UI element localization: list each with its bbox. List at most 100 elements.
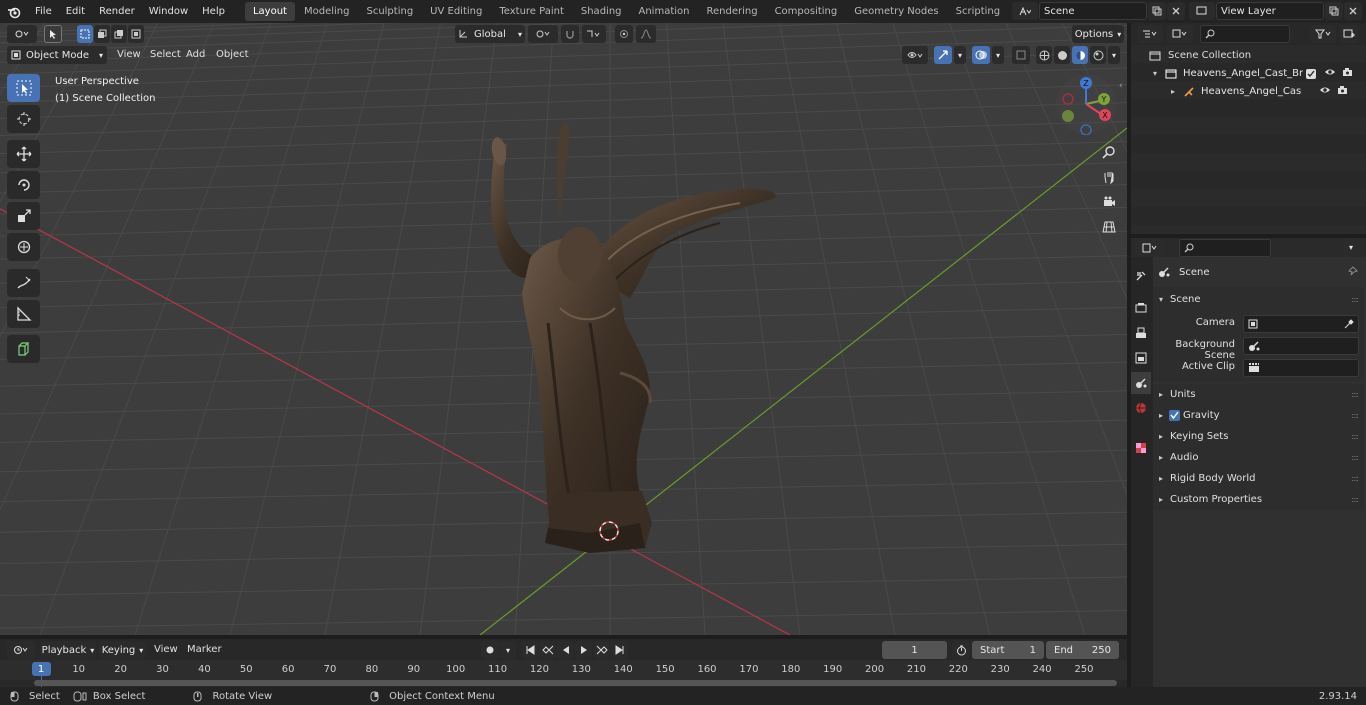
- outliner-row-scene-collection[interactable]: Scene Collection: [1149, 47, 1251, 64]
- chevron-down-icon[interactable]: ▾: [1108, 46, 1120, 64]
- tab-texture-paint[interactable]: Texture Paint: [491, 2, 572, 21]
- viewport-menu-view[interactable]: View: [117, 49, 141, 60]
- scene-name-field[interactable]: Scene: [1039, 2, 1147, 20]
- keying-menu[interactable]: Keying ▾: [99, 641, 146, 659]
- active-clip-field[interactable]: [1243, 359, 1359, 377]
- chevron-down-icon[interactable]: ▾: [1342, 238, 1360, 257]
- pivot-point-icon[interactable]: [528, 25, 558, 43]
- view-layer-field[interactable]: View Layer: [1216, 2, 1324, 20]
- viewport-menu-object[interactable]: Object: [216, 49, 249, 60]
- solid-shading-icon[interactable]: [1054, 46, 1070, 64]
- eyedropper-icon[interactable]: [1344, 319, 1354, 329]
- outliner-editor-type-icon[interactable]: [1137, 25, 1163, 43]
- eye-visibility-icon[interactable]: [1324, 67, 1336, 80]
- 3d-viewport[interactable]: Global ▾ Options ▾ Object Mode ▾ View Se…: [0, 23, 1127, 635]
- editor-type-icon[interactable]: [7, 25, 37, 43]
- tab-shading[interactable]: Shading: [573, 2, 630, 21]
- tab-layout[interactable]: Layout: [244, 2, 295, 21]
- tab-sculpting[interactable]: Sculpting: [358, 2, 421, 21]
- rigid-body-world-panel-header[interactable]: ▸ Rigid Body World ::::: [1153, 468, 1364, 488]
- delete-scene-icon[interactable]: [1167, 2, 1185, 20]
- scene-browse-icon[interactable]: [1012, 2, 1038, 20]
- jump-end-icon[interactable]: [611, 641, 628, 659]
- visibility-selectability-icon[interactable]: [902, 46, 928, 64]
- start-frame-field[interactable]: Start 1: [972, 641, 1044, 659]
- units-panel-header[interactable]: ▸ Units ::::: [1153, 384, 1364, 404]
- navigation-gizmo[interactable]: Z Y X: [1055, 73, 1117, 135]
- timeline-editor-type-icon[interactable]: [7, 641, 35, 659]
- camera-field[interactable]: [1243, 315, 1359, 333]
- jump-keyframe-back-icon[interactable]: [539, 641, 556, 659]
- jump-keyframe-forward-icon[interactable]: [593, 641, 610, 659]
- preview-range-icon[interactable]: [952, 641, 970, 659]
- snap-toggle-icon[interactable]: [561, 25, 579, 43]
- render-tab-icon[interactable]: [1131, 297, 1151, 319]
- cursor-tool-icon[interactable]: [7, 105, 40, 133]
- drag-handle-icon[interactable]: ::::: [1351, 295, 1359, 304]
- viewport-menu-add[interactable]: Add: [186, 49, 205, 60]
- gravity-panel-header[interactable]: ▸ Gravity ::::: [1153, 405, 1364, 425]
- gravity-checkbox[interactable]: [1169, 409, 1181, 421]
- view-layer-tab-icon[interactable]: [1131, 347, 1151, 369]
- timeline-marker-menu[interactable]: Marker: [187, 644, 222, 655]
- texture-tab-icon[interactable]: [1131, 437, 1151, 459]
- playback-menu[interactable]: Playback ▾: [40, 641, 96, 659]
- annotate-tool-icon[interactable]: [7, 269, 40, 297]
- drag-handle-icon[interactable]: ::::: [1351, 474, 1359, 483]
- snap-target-icon[interactable]: [582, 25, 606, 43]
- grid-perspective-icon[interactable]: [1099, 217, 1119, 237]
- display-mode-icon[interactable]: [1167, 25, 1193, 43]
- timeline-view-menu[interactable]: View: [154, 644, 178, 655]
- transform-orientation-dropdown[interactable]: Global ▾: [455, 25, 525, 43]
- add-cube-tool-icon[interactable]: [7, 335, 40, 363]
- menu-file[interactable]: File: [28, 6, 59, 17]
- jump-start-icon[interactable]: [521, 641, 538, 659]
- output-tab-icon[interactable]: [1131, 322, 1151, 344]
- audio-panel-header[interactable]: ▸ Audio ::::: [1153, 447, 1364, 467]
- auto-keying-icon[interactable]: [481, 641, 499, 659]
- scene-tab-icon[interactable]: [1131, 372, 1151, 394]
- duplicate-scene-icon[interactable]: [1148, 2, 1166, 20]
- chevron-left-icon[interactable]: ‹: [1119, 81, 1123, 91]
- drag-handle-icon[interactable]: ::::: [1351, 411, 1359, 420]
- camera-render-icon[interactable]: [1337, 85, 1348, 98]
- exclude-checkbox[interactable]: [1306, 68, 1317, 79]
- chevron-down-icon[interactable]: ▾: [954, 46, 966, 64]
- menu-edit[interactable]: Edit: [59, 6, 92, 17]
- tab-modeling[interactable]: Modeling: [296, 2, 358, 21]
- menu-help[interactable]: Help: [195, 6, 232, 17]
- outliner-row-object[interactable]: ▸ Heavens_Angel_Cast_Br: [1171, 83, 1366, 100]
- select-mode-new-icon[interactable]: [77, 25, 93, 43]
- rendered-shading-icon[interactable]: [1090, 46, 1106, 64]
- gizmo-toggle-icon[interactable]: [934, 46, 952, 64]
- move-tool-icon[interactable]: [7, 140, 40, 168]
- drag-handle-icon[interactable]: ::::: [1351, 453, 1359, 462]
- menu-window[interactable]: Window: [142, 6, 195, 17]
- camera-view-icon[interactable]: [1099, 192, 1119, 212]
- background-scene-field[interactable]: [1243, 337, 1359, 355]
- tab-scripting[interactable]: Scripting: [948, 2, 1008, 21]
- end-frame-field[interactable]: End 250: [1046, 641, 1119, 659]
- play-icon[interactable]: [575, 641, 592, 659]
- current-frame-field[interactable]: 1: [882, 641, 947, 659]
- menu-render[interactable]: Render: [92, 6, 142, 17]
- zoom-icon[interactable]: [1099, 142, 1119, 162]
- timeline-scrollbar[interactable]: [34, 680, 1117, 686]
- select-mode-intersect-icon[interactable]: [128, 25, 144, 43]
- outliner-search-input[interactable]: [1200, 25, 1290, 43]
- measure-tool-icon[interactable]: [7, 300, 40, 328]
- camera-render-icon[interactable]: [1342, 67, 1353, 80]
- pin-icon[interactable]: [1348, 265, 1358, 279]
- expand-arrow-icon[interactable]: ▸: [1171, 87, 1175, 96]
- expand-arrow-icon[interactable]: ▾: [1153, 69, 1157, 78]
- drag-handle-icon[interactable]: ::::: [1351, 495, 1359, 504]
- drag-handle-icon[interactable]: ::::: [1351, 432, 1359, 441]
- tab-geometry-nodes[interactable]: Geometry Nodes: [846, 2, 946, 21]
- tab-uv-editing[interactable]: UV Editing: [422, 2, 490, 21]
- tweak-select-tool[interactable]: [7, 74, 40, 102]
- new-collection-icon[interactable]: [1340, 25, 1358, 43]
- duplicate-view-layer-icon[interactable]: [1325, 2, 1343, 20]
- properties-search-input[interactable]: [1179, 238, 1271, 257]
- world-tab-icon[interactable]: [1131, 397, 1151, 419]
- proportional-editing-icon[interactable]: [615, 25, 633, 43]
